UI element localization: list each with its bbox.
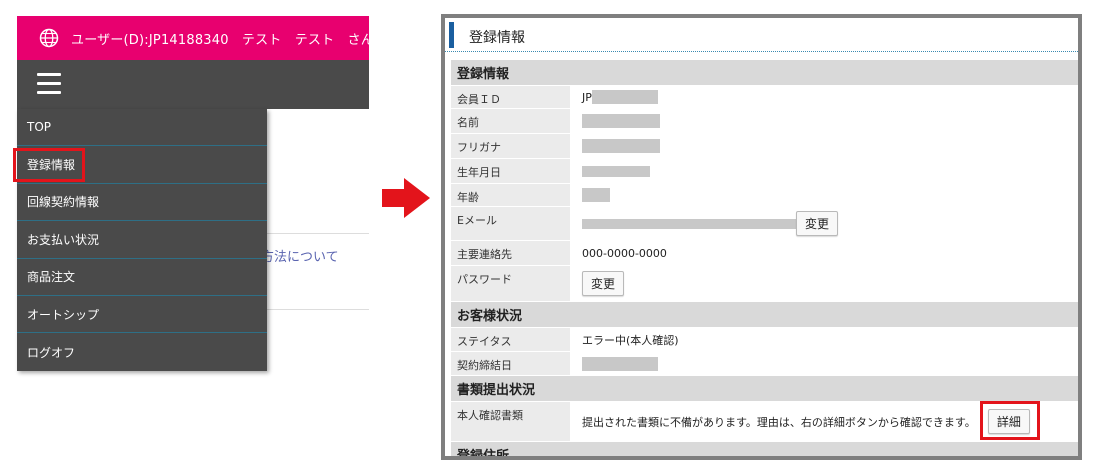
menu-item-label: 商品注文 — [27, 270, 76, 285]
field-label: パスワード — [451, 266, 570, 301]
registration-panel: 登録情報 登録情報 会員ＩＤ JP 名前 フリガナ 生年月日 年齢 Eメール 変… — [441, 14, 1082, 460]
field-label: Eメール — [451, 207, 570, 240]
hamburger-menu-icon[interactable] — [37, 73, 61, 95]
page-title: 登録情報 — [469, 30, 525, 46]
row-id-document: 本人確認書類 提出された書類に不備があります。理由は、右の詳細ボタンから確認でき… — [451, 401, 1078, 442]
field-label: フリガナ — [451, 134, 570, 158]
row-phone: 主要連絡先 000-0000-0000 — [451, 241, 1078, 266]
redacted-value — [582, 139, 660, 153]
info-link[interactable]: 方法について — [261, 246, 339, 265]
page-background: 方法について — [261, 109, 369, 329]
menu-item-label: オートシップ — [27, 307, 100, 322]
row-contract-date: 契約締結日 — [451, 352, 1078, 376]
field-value: JP — [570, 86, 1078, 108]
row-furigana: フリガナ — [451, 134, 1078, 159]
top-bar: ユーザー(D):JP14188340 テスト テスト さん [ — [17, 16, 369, 60]
title-accent — [449, 22, 454, 48]
section-header-registration: 登録情報 — [451, 60, 1078, 86]
menu-item-line-contract[interactable]: 回線契約情報 — [17, 184, 267, 222]
dropdown-menu: TOP 登録情報 回線契約情報 お支払い状況 商品注文 オートシップ ログオフ — [13, 109, 267, 371]
field-value — [570, 184, 1078, 206]
menu-item-top[interactable]: TOP — [17, 109, 267, 147]
redacted-value — [591, 90, 658, 104]
section-header-document-status: 書類提出状況 — [451, 376, 1078, 402]
row-status: ステイタス エラー中(本人確認) — [451, 328, 1078, 352]
highlight-box — [13, 148, 85, 183]
field-label: 生年月日 — [451, 159, 570, 183]
id-document-message: 提出された書類に不備があります。理由は、右の詳細ボタンから確認できます。 — [582, 415, 976, 429]
member-id-prefix: JP — [582, 90, 592, 104]
menu-item-label: ログオフ — [27, 345, 76, 360]
field-label: 会員ＩＤ — [451, 86, 570, 108]
menu-item-label: お支払い状況 — [27, 232, 100, 247]
row-age: 年齢 — [451, 184, 1078, 207]
globe-icon[interactable] — [39, 28, 59, 48]
field-label: 契約締結日 — [451, 352, 570, 375]
menu-item-label: TOP — [27, 120, 52, 135]
redacted-value — [582, 114, 660, 128]
redacted-value — [582, 218, 796, 229]
field-value: エラー中(本人確認) — [570, 328, 1078, 351]
field-label: 主要連絡先 — [451, 241, 570, 265]
divider — [267, 309, 369, 310]
row-birthdate: 生年月日 — [451, 159, 1078, 184]
field-label: ステイタス — [451, 328, 570, 351]
arrow-right-icon — [382, 178, 430, 218]
field-value — [570, 352, 1078, 375]
field-value — [570, 159, 1078, 183]
field-value: 000-0000-0000 — [570, 241, 1078, 265]
menu-item-product-order[interactable]: 商品注文 — [17, 259, 267, 296]
field-label: 年齢 — [451, 184, 570, 206]
highlight-box — [979, 401, 1040, 440]
menu-item-payment-status[interactable]: お支払い状況 — [17, 221, 267, 259]
field-value — [570, 134, 1078, 158]
menu-item-registration[interactable]: 登録情報 — [13, 146, 267, 184]
field-label: 名前 — [451, 109, 570, 133]
field-value: 変更 — [570, 207, 1078, 240]
password-change-button[interactable]: 変更 — [582, 271, 625, 296]
row-name: 名前 — [451, 109, 1078, 134]
row-email: Eメール 変更 — [451, 207, 1078, 241]
field-label: 本人確認書類 — [451, 402, 570, 441]
field-value — [570, 109, 1078, 133]
row-member-id: 会員ＩＤ JP — [451, 86, 1078, 109]
page-title-bar: 登録情報 — [445, 18, 1078, 52]
detail-wrap: 詳細 — [979, 401, 1040, 440]
user-info: ユーザー(D):JP14188340 テスト テスト さん [ — [71, 32, 369, 48]
email-change-button[interactable]: 変更 — [796, 211, 839, 236]
info-table: 登録情報 会員ＩＤ JP 名前 フリガナ 生年月日 年齢 Eメール 変更 主要連… — [451, 60, 1078, 456]
field-value: 変更 — [570, 266, 1078, 301]
row-password: パスワード 変更 — [451, 266, 1078, 302]
menu-item-logoff[interactable]: ログオフ — [17, 333, 267, 370]
divider — [267, 233, 369, 234]
menu-item-autoship[interactable]: オートシップ — [17, 296, 267, 334]
redacted-value — [582, 356, 658, 371]
menu-item-label: 回線契約情報 — [27, 195, 100, 210]
redacted-value — [582, 188, 610, 202]
section-header-address: 登録住所 — [451, 442, 1078, 456]
redacted-value — [582, 165, 650, 177]
menu-bar — [17, 60, 369, 109]
field-value: 提出された書類に不備があります。理由は、右の詳細ボタンから確認できます。 詳細 — [570, 401, 1078, 441]
section-header-customer-status: お客様状況 — [451, 302, 1078, 328]
